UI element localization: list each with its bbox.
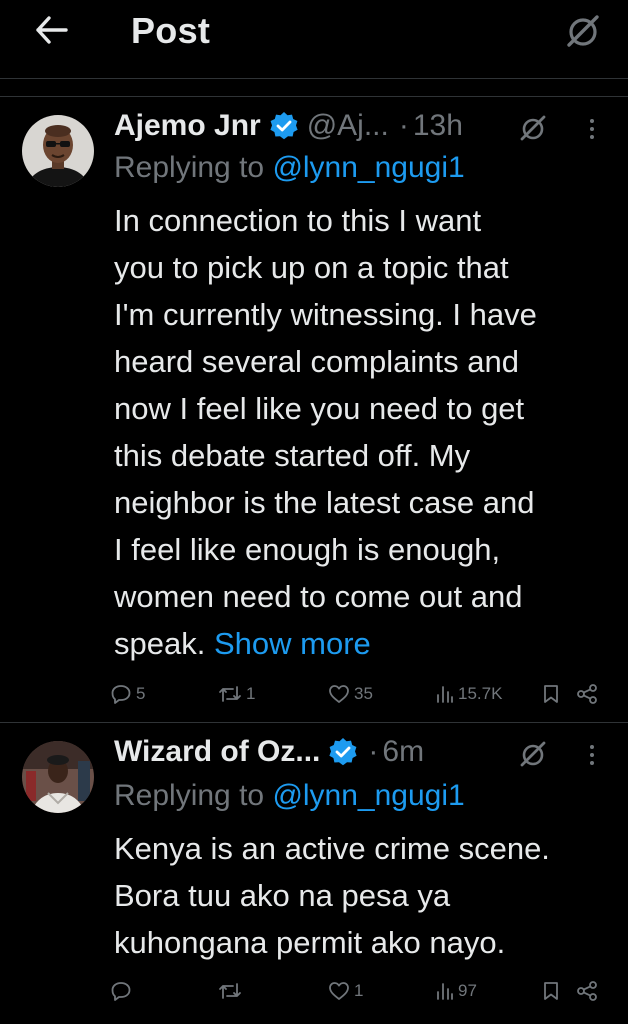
post-text-line: heard several complaints and — [114, 344, 519, 379]
repost-icon — [219, 983, 241, 999]
share-button[interactable] — [576, 976, 598, 1006]
reply-icon — [111, 982, 131, 1001]
verified-badge-icon — [328, 737, 358, 767]
post-text: In connection to this I want you to pick… — [114, 197, 614, 667]
view-count: 15.7K — [458, 684, 503, 703]
repost-icon — [219, 686, 241, 702]
arrow-left-icon — [36, 16, 68, 44]
replying-prefix: Replying to — [114, 151, 265, 184]
action-bar: 1 97 — [110, 976, 610, 1006]
bookmark-icon — [544, 685, 558, 703]
post-text: Kenya is an active crime scene. Bora tuu… — [114, 825, 614, 966]
grok-icon — [520, 741, 546, 767]
more-options-button[interactable] — [580, 111, 604, 147]
replying-to: Replying to @lynn_ngugi1 — [114, 151, 465, 185]
replying-prefix: Replying to — [114, 779, 265, 812]
post-text-line: kuhongana permit ako nayo. — [114, 925, 506, 960]
avatar[interactable] — [22, 741, 94, 813]
post-text-line: you to pick up on a topic that — [114, 250, 509, 285]
timestamp[interactable]: 13h — [413, 109, 463, 143]
reply-icon — [111, 685, 131, 704]
reply-button[interactable] — [110, 976, 136, 1006]
post-header: Wizard of Oz... · 6m — [114, 732, 628, 772]
heart-icon — [329, 685, 349, 703]
page-title: Post — [131, 10, 211, 51]
author-name[interactable]: Ajemo Jnr — [114, 109, 261, 143]
reply-post[interactable]: Wizard of Oz... · 6m Replying to @lynn_n… — [0, 723, 628, 1024]
bookmark-icon — [544, 982, 558, 1000]
repost-count: 1 — [246, 684, 256, 703]
grok-icon — [520, 115, 546, 141]
replying-to-mention[interactable]: @lynn_ngugi1 — [272, 151, 464, 184]
share-icon — [577, 684, 597, 704]
more-dots-icon — [590, 745, 594, 749]
timestamp[interactable]: 6m — [382, 735, 424, 769]
heart-icon — [329, 982, 349, 1000]
share-button[interactable] — [576, 679, 598, 709]
post-text-end: speak. — [114, 626, 206, 661]
grok-icon — [567, 15, 599, 47]
bookmark-button[interactable] — [542, 679, 560, 709]
post-text-line: I feel like enough is enough, — [114, 532, 501, 567]
post-text-line: Kenya is an active crime scene. — [114, 831, 550, 866]
like-count: 35 — [354, 684, 373, 703]
post-header: Ajemo Jnr @Aj... · 13h — [114, 106, 628, 146]
post-text-line: In connection to this I want — [114, 203, 482, 238]
reply-post[interactable]: Ajemo Jnr @Aj... · 13h Replying to @lynn… — [0, 97, 628, 722]
show-more-link[interactable]: Show more — [214, 626, 371, 661]
grok-button[interactable] — [518, 739, 548, 769]
post-text-line: Bora tuu ako na pesa ya — [114, 878, 451, 913]
reply-button[interactable]: 5 — [110, 679, 145, 709]
grok-button[interactable] — [518, 113, 548, 143]
like-count: 1 — [354, 981, 364, 1000]
top-bar: Post — [0, 0, 628, 79]
repost-button[interactable] — [218, 976, 246, 1006]
views-button[interactable]: 15.7K — [436, 679, 502, 709]
views-icon — [437, 686, 453, 703]
replying-to: Replying to @lynn_ngugi1 — [114, 779, 465, 813]
post-text-line: this debate started off. My — [114, 438, 471, 473]
like-button[interactable]: 35 — [328, 679, 373, 709]
verified-badge-icon — [269, 111, 299, 141]
like-button[interactable]: 1 — [328, 976, 363, 1006]
view-count: 97 — [458, 981, 477, 1000]
reply-count: 5 — [136, 684, 146, 703]
more-dots-icon — [590, 119, 594, 123]
replying-to-mention[interactable]: @lynn_ngugi1 — [272, 779, 464, 812]
post-text-line: women need to come out and — [114, 579, 523, 614]
repost-button[interactable]: 1 — [218, 679, 255, 709]
post-text-line: speak. Show more — [114, 620, 614, 667]
bookmark-button[interactable] — [542, 976, 560, 1006]
post-text-line: now I feel like you need to get — [114, 391, 525, 426]
views-icon — [437, 983, 453, 1000]
share-icon — [577, 981, 597, 1001]
post-text-line: neighbor is the latest case and — [114, 485, 535, 520]
separator-dot: · — [368, 735, 379, 768]
avatar[interactable] — [22, 115, 94, 187]
views-button[interactable]: 97 — [436, 976, 477, 1006]
more-options-button[interactable] — [580, 737, 604, 773]
author-name[interactable]: Wizard of Oz... — [114, 735, 320, 769]
author-handle[interactable]: @Aj... — [307, 109, 389, 143]
post-text-line: I'm currently witnessing. I have — [114, 297, 537, 332]
back-button[interactable] — [30, 8, 74, 52]
separator-dot: · — [398, 109, 409, 142]
grok-button[interactable] — [564, 12, 602, 50]
action-bar: 5 1 35 15.7K — [110, 679, 610, 709]
